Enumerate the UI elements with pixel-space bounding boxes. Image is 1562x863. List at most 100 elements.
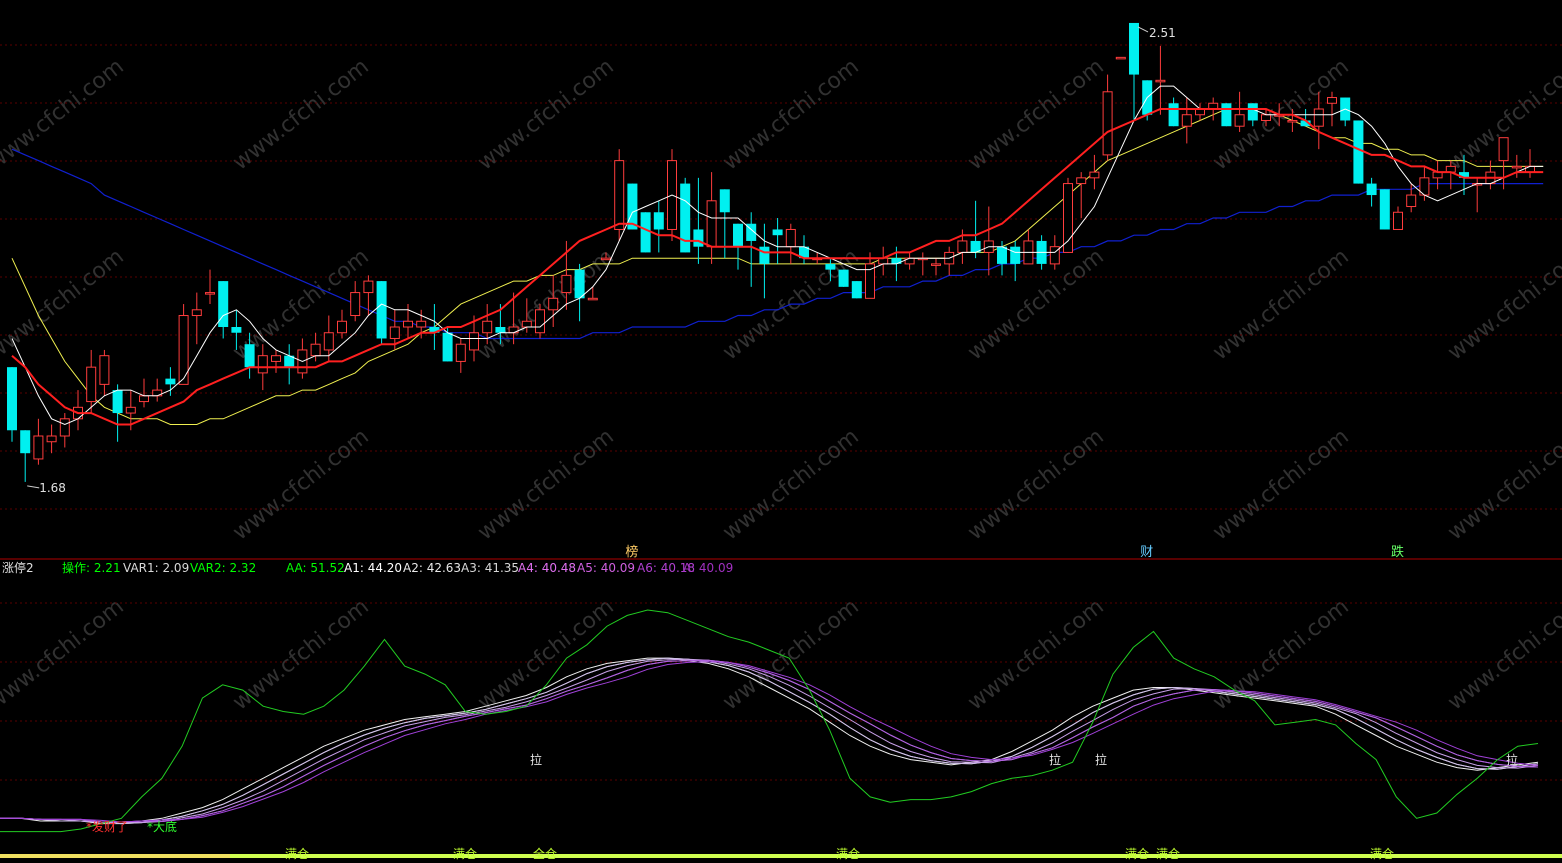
candle-body [1010, 246, 1021, 264]
indicator-readout: A5: 40.09 [577, 561, 635, 575]
candle-body [495, 327, 506, 333]
candle-body [680, 183, 691, 253]
candle-body [376, 281, 387, 339]
candle-body [733, 223, 743, 247]
candle-body [1129, 22, 1139, 75]
candle-body [323, 332, 334, 351]
indicator-readout: 操作: 2.21 [62, 560, 121, 575]
candle-body [482, 320, 493, 334]
candle-body [561, 274, 572, 294]
candle-body [1168, 103, 1179, 127]
candle-body [1406, 194, 1417, 208]
candle-body [1287, 119, 1298, 123]
candle-body [693, 229, 704, 247]
candle-body [1234, 114, 1245, 127]
candle-body [46, 435, 57, 443]
candle-body [574, 269, 585, 299]
ma-long-line [11, 108, 1544, 425]
candle-body [1327, 97, 1337, 104]
candle-body [521, 320, 532, 328]
indicator-readout: VAR1: 2.09 [123, 561, 189, 575]
indicator-readout: A2: 42.63 [403, 561, 461, 575]
candle-body [1076, 177, 1087, 185]
candle-body [191, 309, 202, 317]
candle-body [706, 200, 717, 248]
candle-body [627, 183, 638, 230]
candle-body [1089, 171, 1100, 179]
indicator-bundle-line [0, 658, 1539, 824]
indicator-bundle-line [0, 661, 1539, 823]
candle-body [469, 332, 479, 351]
low-pointer [27, 485, 40, 489]
candle-body [20, 430, 31, 454]
candle-body [403, 320, 413, 328]
candle-body [350, 292, 361, 317]
candle-body [244, 344, 255, 368]
event-marker: 财 [1140, 545, 1153, 560]
event-marker: 跌 [1391, 544, 1404, 560]
candle-body [1498, 137, 1509, 162]
indicator-readout: A3: 41.35 [461, 561, 519, 575]
candle-body [1115, 56, 1126, 60]
candle-body [653, 212, 664, 230]
candle-body [851, 281, 862, 299]
candle-body [1353, 120, 1364, 184]
indicator-bundle-line [0, 659, 1539, 823]
position-label: 满仓 [1125, 847, 1149, 861]
candle-body [257, 355, 268, 374]
indicator-readout: A: 40.09 [683, 561, 733, 575]
candle-body [614, 160, 625, 230]
candle-body [772, 229, 783, 236]
event-marker: 榜 [625, 544, 638, 560]
candlestick-chart: 2.511.68榜财跌预涨停2操作: 2.21VAR1: 2.09VAR2: 2… [0, 22, 1562, 861]
candle-body [59, 418, 70, 437]
candle-body [112, 390, 123, 414]
candle-body [931, 263, 941, 266]
indicator-name: 涨停2 [2, 560, 34, 575]
candle-body [535, 309, 545, 334]
candle-body [205, 292, 215, 295]
candle-body [165, 378, 176, 385]
candle-body [1155, 79, 1166, 83]
candle-body [99, 355, 110, 385]
indicator-bundle-line [0, 657, 1539, 825]
pull-marker: 拉 [1506, 752, 1518, 767]
indicator-bundle-line [0, 657, 1539, 825]
candle-body [231, 327, 242, 333]
candle-body [1366, 183, 1377, 196]
pull-marker: 拉 [1049, 752, 1061, 767]
candle-body [548, 297, 559, 311]
candle-body [1261, 114, 1271, 121]
candle-body [33, 435, 44, 460]
low-price-label: 1.68 [39, 481, 66, 495]
candle-body [825, 263, 836, 270]
pull-marker: 拉 [1095, 752, 1107, 767]
ma-mid-line [11, 108, 1544, 426]
candle-body [838, 269, 849, 287]
position-strip [0, 854, 1562, 858]
candle-body [759, 246, 770, 264]
indicator-bundle-line [0, 657, 1539, 825]
candle-body [1393, 211, 1403, 230]
position-label: 满仓 [1156, 847, 1180, 861]
signal-label: *发财了 [86, 819, 128, 834]
candle-body [1379, 189, 1390, 230]
candle-body [997, 246, 1007, 264]
indicator-readout: A1: 44.20 [344, 561, 402, 575]
candle-body [587, 297, 598, 301]
candle-body [416, 320, 427, 328]
indicator-bundle-line [0, 659, 1539, 823]
candle-body [337, 320, 347, 334]
candle-body [389, 326, 400, 339]
candle-body [957, 240, 968, 253]
candle-body [86, 366, 97, 403]
candle-body [1313, 108, 1324, 127]
high-pointer [1137, 26, 1149, 33]
position-label: 满仓 [1370, 847, 1394, 861]
indicator-readout: VAR2: 2.32 [190, 561, 256, 575]
candle-body [442, 332, 453, 362]
candle-body [1181, 114, 1192, 127]
candle-body [1102, 91, 1113, 156]
position-label: 满仓 [453, 847, 477, 861]
high-price-label: 2.51 [1149, 26, 1176, 40]
